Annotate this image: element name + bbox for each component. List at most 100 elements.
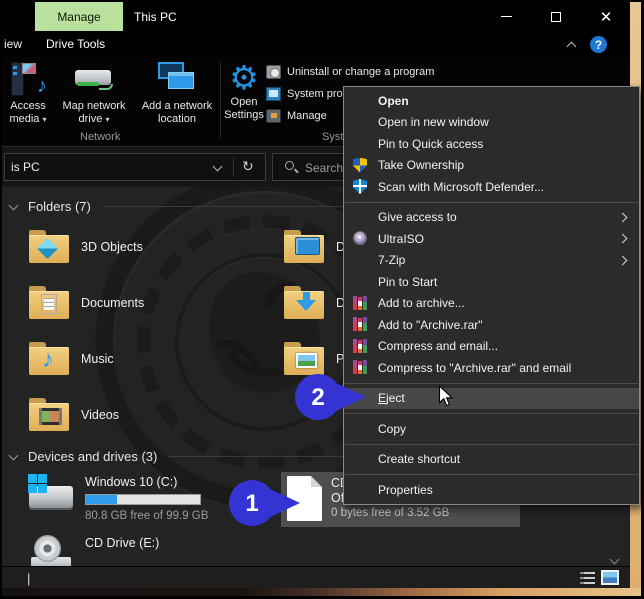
close-icon: ✕ [600, 8, 613, 26]
uninstall-icon [266, 65, 281, 79]
menu-item-7zip[interactable]: 7-Zip [344, 250, 639, 272]
close-button[interactable]: ✕ [586, 2, 626, 31]
maximize-button[interactable] [536, 2, 576, 31]
menu-item-create-shortcut[interactable]: Create shortcut [344, 449, 639, 471]
submenu-arrow-icon [618, 234, 628, 244]
menu-separator [345, 444, 638, 445]
winrar-icon [353, 296, 367, 310]
menu-separator [345, 383, 638, 384]
menu-item-scan-defender[interactable]: Scan with Microsoft Defender... [344, 176, 639, 198]
submenu-arrow-icon [618, 255, 628, 265]
cd-drive-icon [28, 533, 76, 566]
large-icons-view-icon[interactable] [601, 570, 619, 585]
search-icon [285, 161, 294, 170]
menu-item-open[interactable]: Open [344, 90, 639, 112]
menu-separator [345, 413, 638, 414]
uac-shield-icon [353, 158, 367, 173]
menu-item-open-new-window[interactable]: Open in new window [344, 112, 639, 134]
access-media-button[interactable]: ♪ Access media ▾ [4, 60, 52, 132]
map-network-drive-button[interactable]: Map network drive ▾ [54, 60, 134, 132]
uninstall-program-button[interactable]: Uninstall or change a program [266, 62, 434, 82]
folder-item-documents[interactable]: Documents [28, 278, 268, 328]
add-network-location-button[interactable]: Add a network location [136, 60, 218, 132]
tab-drive-tools[interactable]: Drive Tools [46, 37, 105, 51]
windows-logo-icon [28, 474, 47, 493]
drive-c-name: Windows 10 (C:) [85, 475, 208, 489]
network-group-label: Network [80, 131, 120, 143]
folder-item-music[interactable]: ♪ Music [28, 334, 268, 384]
collapse-ribbon-icon[interactable] [567, 42, 577, 52]
folder-downloads-icon [283, 284, 325, 322]
title-bar: Manage This PC ✕ [2, 2, 630, 31]
menu-item-compress-email[interactable]: Compress and email... [344, 336, 639, 358]
tab-manage[interactable]: Manage [35, 2, 123, 31]
folder-item-videos[interactable]: Videos [28, 390, 268, 440]
folder-documents-icon [28, 284, 70, 322]
dropdown-caret-icon: ▾ [105, 115, 109, 124]
address-location-text: is PC [11, 160, 40, 174]
menu-item-add-to-archive[interactable]: Add to archive... [344, 293, 639, 315]
details-view-icon[interactable] [580, 572, 595, 584]
system-properties-icon [266, 87, 281, 101]
menu-item-copy[interactable]: Copy [344, 418, 639, 440]
help-button[interactable]: ? [590, 36, 607, 53]
submenu-arrow-icon [618, 212, 628, 222]
map-network-drive-icon [73, 60, 115, 100]
collapse-section-icon [9, 450, 19, 460]
help-icon: ? [595, 38, 602, 52]
folder-item-3d-objects[interactable]: 3D Objects [28, 222, 268, 272]
maximize-icon [551, 12, 561, 22]
menu-item-compress-rar-email[interactable]: Compress to "Archive.rar" and email [344, 357, 639, 379]
tab-view-partial[interactable]: iew [4, 37, 22, 51]
drive-e-name: CD Drive (E:) [85, 536, 159, 550]
menu-item-pin-quick-access[interactable]: Pin to Quick access [344, 133, 639, 155]
menu-item-pin-to-start[interactable]: Pin to Start [344, 271, 639, 293]
minimize-icon [501, 16, 512, 18]
drive-c-free-space: 80.8 GB free of 99.9 GB [85, 510, 208, 522]
svg-text:2: 2 [311, 384, 324, 411]
menu-item-eject[interactable]: Eject [344, 388, 639, 410]
address-bar[interactable]: is PC ↻ [4, 153, 266, 181]
svg-text:1: 1 [245, 490, 258, 517]
ribbon-divider [220, 61, 221, 139]
drive-e-tile[interactable]: CD Drive (E:) [28, 533, 159, 566]
window-title: This PC [134, 10, 177, 24]
c-drive-progress-fill [86, 495, 117, 504]
menu-separator [345, 474, 638, 475]
manage-icon [266, 109, 281, 123]
menu-item-properties[interactable]: Properties [344, 479, 639, 501]
status-bar: | [2, 566, 630, 588]
status-text-cursor: | [27, 571, 30, 586]
manage-button[interactable]: Manage [266, 106, 327, 126]
annotation-pin-1: 1 [228, 478, 302, 528]
drive-f-free-space: 0 bytes free of 3.52 GB [331, 506, 449, 521]
mouse-cursor [438, 385, 455, 408]
drive-c-tile[interactable]: Windows 10 (C:) 80.8 GB free of 99.9 GB [28, 472, 208, 522]
collapse-section-icon [9, 200, 19, 210]
menu-item-give-access[interactable]: Give access to [344, 207, 639, 229]
search-placeholder: Search [305, 161, 343, 175]
minimize-button[interactable] [486, 2, 526, 31]
refresh-icon[interactable]: ↻ [242, 158, 254, 175]
desktop-background-bottom [2, 588, 641, 596]
drive-c-icon [28, 472, 76, 520]
ribbon-tabs-row: iew Drive Tools ? [2, 31, 630, 57]
folder-music-icon: ♪ [28, 340, 70, 378]
address-dropdown-icon[interactable] [213, 162, 223, 172]
address-separator [233, 157, 234, 177]
access-media-icon: ♪ [9, 60, 47, 100]
folder-desktop-icon [283, 228, 325, 266]
settings-gear-icon: ⚙ [229, 60, 259, 96]
menu-separator [345, 202, 638, 203]
annotation-pin-2: 2 [294, 372, 368, 422]
winrar-icon [353, 317, 367, 331]
defender-shield-icon [353, 179, 367, 194]
open-settings-button[interactable]: ⚙ Open Settings [224, 60, 264, 132]
folder-videos-icon [28, 396, 70, 434]
winrar-icon [353, 339, 367, 353]
menu-item-take-ownership[interactable]: Take Ownership [344, 155, 639, 177]
menu-item-ultraiso[interactable]: UltraISO [344, 228, 639, 250]
context-menu: Open Open in new window Pin to Quick acc… [343, 86, 640, 505]
folder-3d-objects-icon [28, 228, 70, 266]
menu-item-add-to-archive-rar[interactable]: Add to "Archive.rar" [344, 314, 639, 336]
